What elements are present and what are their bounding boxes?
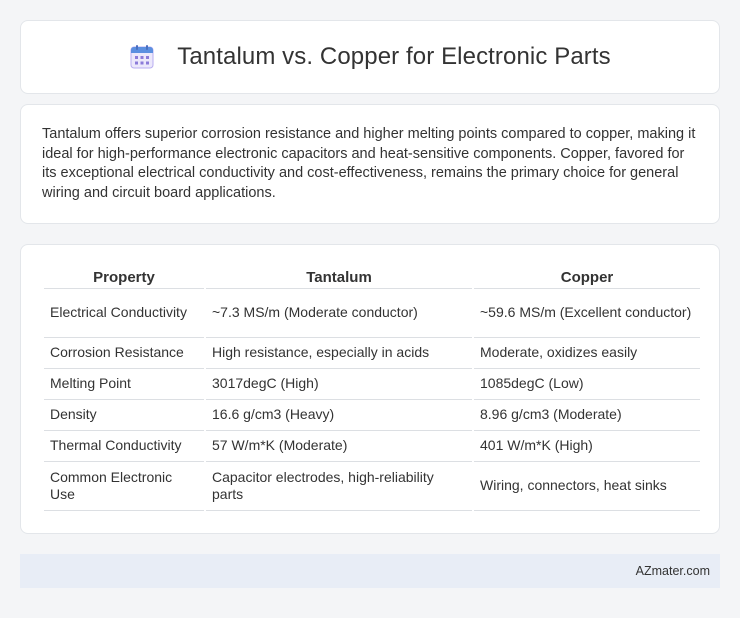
property-cell: Thermal Conductivity xyxy=(44,431,204,462)
page-title: Tantalum vs. Copper for Electronic Parts xyxy=(177,43,611,70)
tantalum-cell: High resistance, especially in acids xyxy=(206,338,472,369)
page: Tantalum vs. Copper for Electronic Parts… xyxy=(0,0,740,618)
header-property: Property xyxy=(44,263,204,289)
tantalum-cell: Capacitor electrodes, high-reliability p… xyxy=(206,462,472,511)
table-header-row: Property Tantalum Copper xyxy=(44,263,700,289)
copper-cell: 1085degC (Low) xyxy=(474,369,700,400)
table-row: Electrical Conductivity ~7.3 MS/m (Moder… xyxy=(44,289,700,338)
footer-bar: AZmater.com xyxy=(20,554,720,588)
copper-cell: Wiring, connectors, heat sinks xyxy=(474,462,700,511)
table-row: Melting Point 3017degC (High) 1085degC (… xyxy=(44,369,700,400)
table-row: Thermal Conductivity 57 W/m*K (Moderate)… xyxy=(44,431,700,462)
table-row: Corrosion Resistance High resistance, es… xyxy=(44,338,700,369)
tantalum-cell: 16.6 g/cm3 (Heavy) xyxy=(206,400,472,431)
table-row: Density 16.6 g/cm3 (Heavy) 8.96 g/cm3 (M… xyxy=(44,400,700,431)
property-cell: Electrical Conductivity xyxy=(44,289,204,338)
property-cell: Corrosion Resistance xyxy=(44,338,204,369)
copper-cell: 8.96 g/cm3 (Moderate) xyxy=(474,400,700,431)
property-cell: Common Electronic Use xyxy=(44,462,204,511)
copper-cell: Moderate, oxidizes easily xyxy=(474,338,700,369)
header-copper: Copper xyxy=(474,263,700,289)
header-tantalum: Tantalum xyxy=(206,263,472,289)
tantalum-cell: 3017degC (High) xyxy=(206,369,472,400)
property-cell: Density xyxy=(44,400,204,431)
summary-text: Tantalum offers superior corrosion resis… xyxy=(42,126,696,201)
calendar-icon xyxy=(129,44,155,70)
copper-cell: ~59.6 MS/m (Excellent conductor) xyxy=(474,289,700,338)
copper-cell: 401 W/m*K (High) xyxy=(474,431,700,462)
comparison-table: Property Tantalum Copper Electrical Cond… xyxy=(42,263,702,511)
tantalum-cell: ~7.3 MS/m (Moderate conductor) xyxy=(206,289,472,338)
tantalum-cell: 57 W/m*K (Moderate) xyxy=(206,431,472,462)
summary-card: Tantalum offers superior corrosion resis… xyxy=(20,104,720,224)
header-card: Tantalum vs. Copper for Electronic Parts xyxy=(20,20,720,94)
table-row: Common Electronic Use Capacitor electrod… xyxy=(44,462,700,511)
property-cell: Melting Point xyxy=(44,369,204,400)
footer-brand: AZmater.com xyxy=(635,564,710,578)
comparison-table-card: Property Tantalum Copper Electrical Cond… xyxy=(20,244,720,534)
